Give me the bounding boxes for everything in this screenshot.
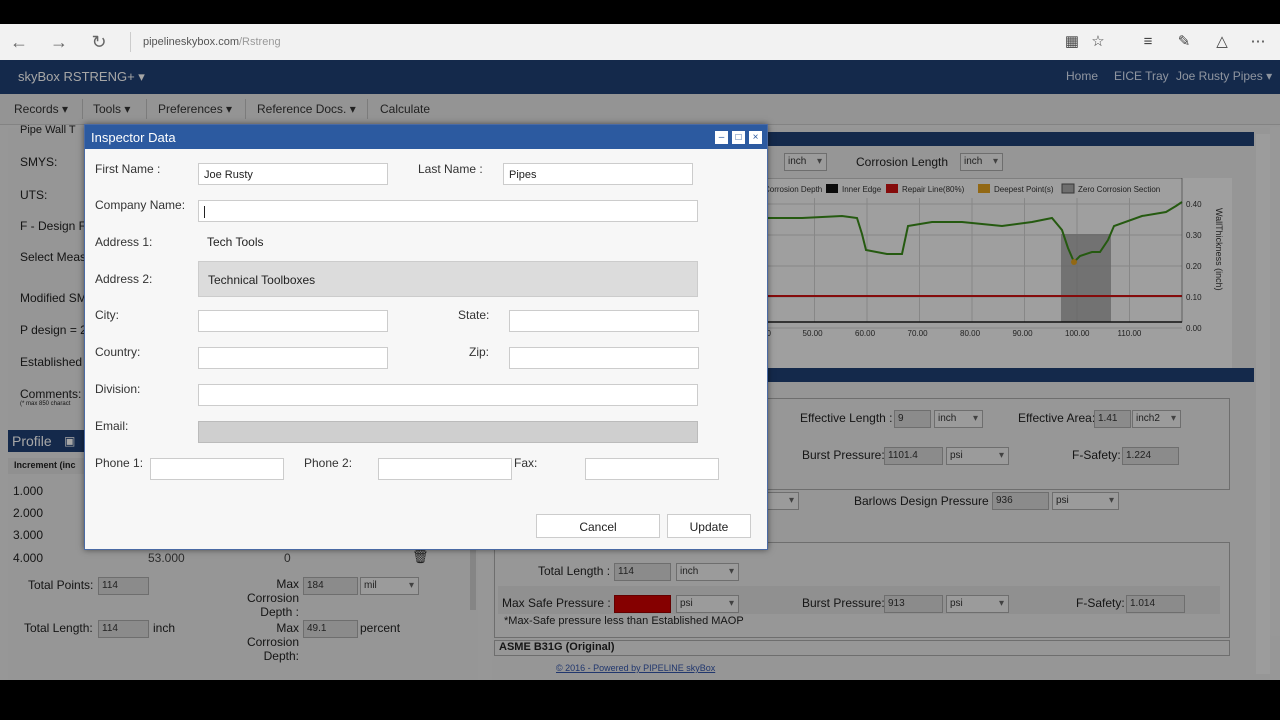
phone-1-label: Phone 1: xyxy=(95,456,144,470)
country-label: Country: xyxy=(95,345,141,359)
country-input[interactable] xyxy=(198,347,388,369)
fax-label: Fax: xyxy=(514,456,538,470)
refresh-icon[interactable]: ↻ xyxy=(86,30,112,54)
address-1-label: Address 1: xyxy=(95,235,153,249)
address-2-input[interactable]: Technical Toolboxes xyxy=(198,261,698,297)
phone-2-input[interactable] xyxy=(378,458,512,480)
address-1-input[interactable]: Tech Tools xyxy=(198,231,698,253)
fax-input[interactable] xyxy=(585,458,719,480)
web-note-icon[interactable]: ✎ xyxy=(1172,30,1196,54)
division-input[interactable] xyxy=(198,384,698,406)
zip-input[interactable] xyxy=(509,347,699,369)
minimize-icon[interactable]: – xyxy=(714,130,729,145)
state-input[interactable] xyxy=(509,310,699,332)
first-name-input[interactable]: Joe Rusty xyxy=(198,163,388,185)
address-bar[interactable]: pipelineskybox.com/Rstreng xyxy=(130,32,281,52)
phone-2-label: Phone 2: xyxy=(304,456,353,470)
url-host: pipelineskybox.com xyxy=(143,36,239,48)
address-2-label: Address 2: xyxy=(95,272,153,286)
phone-1-input[interactable] xyxy=(150,458,284,480)
update-button[interactable]: Update xyxy=(667,514,751,538)
last-name-input[interactable]: Pipes xyxy=(503,163,693,185)
dialog-title: Inspector Data xyxy=(91,130,176,145)
dialog-titlebar[interactable]: Inspector Data – □ × xyxy=(85,125,767,149)
city-input[interactable] xyxy=(198,310,388,332)
company-name-label: Company Name: xyxy=(95,198,186,212)
url-path: /Rstreng xyxy=(239,36,281,48)
cancel-button[interactable]: Cancel xyxy=(536,514,660,538)
forward-icon[interactable]: → xyxy=(46,30,72,54)
close-icon[interactable]: × xyxy=(748,130,763,145)
email-input[interactable] xyxy=(198,421,698,443)
email-label: Email: xyxy=(95,419,129,433)
zip-label: Zip: xyxy=(469,345,490,359)
text-cursor xyxy=(204,206,205,219)
state-label: State: xyxy=(458,308,490,322)
reading-view-icon[interactable]: ▦ xyxy=(1060,30,1084,54)
first-name-label: First Name : xyxy=(95,162,161,176)
hub-icon[interactable]: ≡ xyxy=(1136,30,1160,54)
inspector-data-dialog: Inspector Data – □ × First Name : Joe Ru… xyxy=(84,124,768,550)
division-label: Division: xyxy=(95,382,141,396)
last-name-label: Last Name : xyxy=(418,162,483,176)
company-name-input[interactable] xyxy=(198,200,698,222)
maximize-icon[interactable]: □ xyxy=(731,130,746,145)
more-icon[interactable]: ⋯ xyxy=(1246,30,1270,54)
city-label: City: xyxy=(95,308,119,322)
share-icon[interactable]: △ xyxy=(1210,30,1234,54)
back-icon[interactable]: ← xyxy=(6,30,32,54)
favorite-star-icon[interactable]: ☆ xyxy=(1086,30,1110,54)
browser-toolbar: ← → ↻ pipelineskybox.com/Rstreng ▦ ☆ ≡ ✎… xyxy=(0,24,1280,61)
